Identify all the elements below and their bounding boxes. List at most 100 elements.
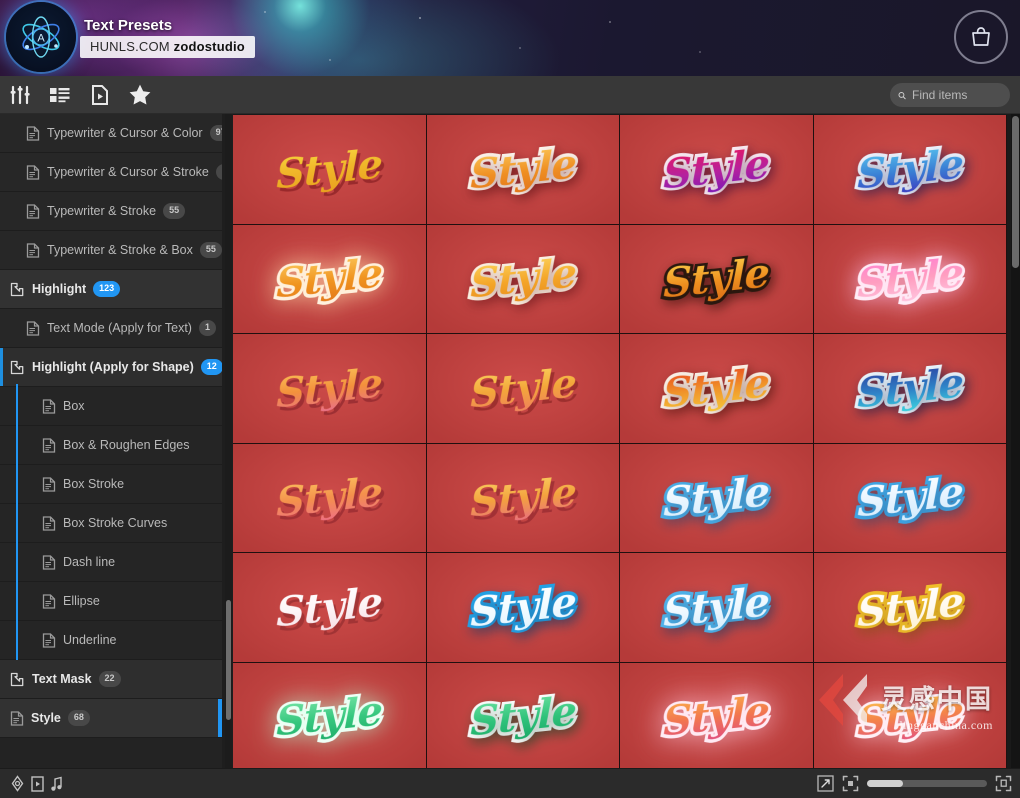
style-preset-13[interactable]: Style <box>233 443 427 553</box>
sidebar-item-label: Box Stroke <box>63 477 125 491</box>
file-icon <box>42 593 56 609</box>
preset-grid-panel: Style Style Style Style Style Style Style Style… <box>233 114 1011 768</box>
sidebar-item-box-roughen-edges[interactable]: Box & Roughen Edges <box>0 426 222 465</box>
sidebar-item-label: Box & Roughen Edges <box>63 438 190 452</box>
sidebar-item-label: Typewriter & Stroke & Box <box>47 243 193 257</box>
style-preset-2[interactable]: StyleStyle <box>426 115 620 225</box>
sidebar-item-label: Box Stroke Curves <box>63 516 168 530</box>
sidebar-item-ellipse[interactable]: Ellipse <box>0 582 222 621</box>
style-preset-10[interactable]: Style <box>426 334 620 444</box>
sidebar-item-style[interactable]: Style 68 <box>0 699 222 738</box>
style-preset-18[interactable]: StyleStyle <box>426 553 620 663</box>
status-bar <box>0 768 1020 798</box>
style-preset-15[interactable]: StyleStyle <box>620 443 814 553</box>
sidebar-item-underline[interactable]: Underline <box>0 621 222 660</box>
file-icon <box>42 515 56 531</box>
file-icon <box>42 554 56 570</box>
main-toolbar <box>0 76 1020 114</box>
style-preset-7[interactable]: StyleStyle <box>620 224 814 334</box>
style-preset-22[interactable]: StyleStyle <box>426 662 620 768</box>
zoom-slider-fill <box>867 780 903 787</box>
banner-subtitle-studio: zodostudio <box>173 39 245 54</box>
style-preset-11[interactable]: StyleStyle <box>620 334 814 444</box>
banner-subtitle-site: HUNLS.COM <box>90 39 174 54</box>
style-preset-21[interactable]: StyleStyle <box>233 662 427 768</box>
file-icon <box>10 710 24 726</box>
style-preset-14[interactable]: Style <box>426 443 620 553</box>
style-preset-9[interactable]: Style <box>233 334 427 444</box>
preset-label: Style <box>856 140 963 199</box>
style-preset-3[interactable]: StyleStyle <box>620 115 814 225</box>
grid-scrollbar-thumb[interactable] <box>1012 116 1019 268</box>
fullscreen-icon[interactable] <box>995 775 1012 792</box>
sidebar-item-highlight[interactable]: Highlight 123 <box>0 270 222 309</box>
file-icon <box>42 437 56 453</box>
sidebar-item-box-stroke[interactable]: Box Stroke <box>0 465 222 504</box>
audio-note-icon[interactable] <box>50 776 63 792</box>
preset-label: Style <box>856 578 963 637</box>
file-play-icon[interactable] <box>80 76 120 114</box>
file-icon <box>26 164 40 180</box>
zoom-slider[interactable] <box>867 780 987 787</box>
style-preset-17[interactable]: Style <box>233 553 427 663</box>
sidebar-item-text-mask[interactable]: Text Mask 22 <box>0 660 222 699</box>
preset-label: Style <box>469 687 576 746</box>
preset-label: Style <box>663 249 770 308</box>
style-preset-20[interactable]: StyleStyle <box>813 553 1007 663</box>
expand-arrows-icon[interactable] <box>817 775 834 792</box>
search-input[interactable] <box>912 88 1002 102</box>
sliders-icon[interactable] <box>0 76 40 114</box>
sidebar-item-badge: 68 <box>67 710 90 726</box>
preset-category-sidebar[interactable]: Typewriter & Cursor & Color97Typewriter … <box>0 114 222 768</box>
list-layout-icon[interactable] <box>40 76 80 114</box>
preset-label: Style <box>663 468 770 527</box>
sidebar-item-typewriter-stroke-box[interactable]: Typewriter & Stroke & Box 55 <box>0 231 222 270</box>
sidebar-item-label: Highlight (Apply for Shape) <box>32 360 194 374</box>
sidebar-item-box-stroke-curves[interactable]: Box Stroke Curves <box>0 504 222 543</box>
style-preset-4[interactable]: StyleStyle <box>813 115 1007 225</box>
file-icon <box>26 125 40 141</box>
sidebar-item-typewriter-cursor-color[interactable]: Typewriter & Cursor & Color 97 <box>0 114 222 153</box>
preset-label: Style <box>276 140 383 199</box>
style-preset-12[interactable]: StyleStyle <box>813 334 1007 444</box>
preset-label: Style <box>663 359 770 418</box>
shape-arrow-icon <box>10 360 24 374</box>
preset-grid: Style Style Style Style Style Style Style Style… <box>233 115 1008 768</box>
style-preset-6[interactable]: StyleStyle <box>426 224 620 334</box>
sidebar-item-highlight-apply-for-shape[interactable]: Highlight (Apply for Shape) 12 <box>0 348 222 387</box>
preset-label: Style <box>469 468 576 527</box>
anchor-point-icon[interactable] <box>10 775 25 792</box>
preset-label: Style <box>276 687 383 746</box>
style-preset-19[interactable]: StyleStyle <box>620 553 814 663</box>
style-preset-5[interactable]: StyleStyle <box>233 224 427 334</box>
sidebar-item-typewriter-cursor-stroke[interactable]: Typewriter & Cursor & Stroke 65 <box>0 153 222 192</box>
preset-label: Style <box>663 687 770 746</box>
style-preset-8[interactable]: StyleStyle <box>813 224 1007 334</box>
sidebar-item-dash-line[interactable]: Dash line <box>0 543 222 582</box>
sidebar-item-text-mode-apply-for-text[interactable]: Text Mode (Apply for Text) 1 <box>0 309 222 348</box>
sidebar-scrollbar-thumb[interactable] <box>226 600 231 720</box>
style-preset-16[interactable]: StyleStyle <box>813 443 1007 553</box>
shape-arrow-icon <box>10 672 24 686</box>
style-preset-23[interactable]: StyleStyle <box>620 662 814 768</box>
fit-frame-icon[interactable] <box>842 775 859 792</box>
sidebar-item-box[interactable]: Box <box>0 387 222 426</box>
sidebar-item-label: Underline <box>63 633 117 647</box>
video-layer-icon[interactable] <box>31 775 44 792</box>
search-box[interactable] <box>890 83 1010 107</box>
preset-label: Style <box>663 140 770 199</box>
sidebar-item-label: Ellipse <box>63 594 100 608</box>
star-icon[interactable] <box>120 76 160 114</box>
sidebar-item-label: Box <box>63 399 85 413</box>
shape-arrow-icon <box>10 282 24 296</box>
style-preset-1[interactable]: Style <box>233 115 427 225</box>
style-preset-24[interactable]: StyleStyle <box>813 662 1007 768</box>
preset-label: Style <box>469 578 576 637</box>
sidebar-item-badge: 65 <box>215 164 222 180</box>
preset-label: Style <box>276 468 383 527</box>
file-icon <box>26 242 40 258</box>
sidebar-item-label: Typewriter & Cursor & Stroke <box>47 165 209 179</box>
sidebar-item-typewriter-stroke[interactable]: Typewriter & Stroke 55 <box>0 192 222 231</box>
shopping-bag-button[interactable] <box>954 10 1008 64</box>
preset-label: Style <box>469 140 576 199</box>
